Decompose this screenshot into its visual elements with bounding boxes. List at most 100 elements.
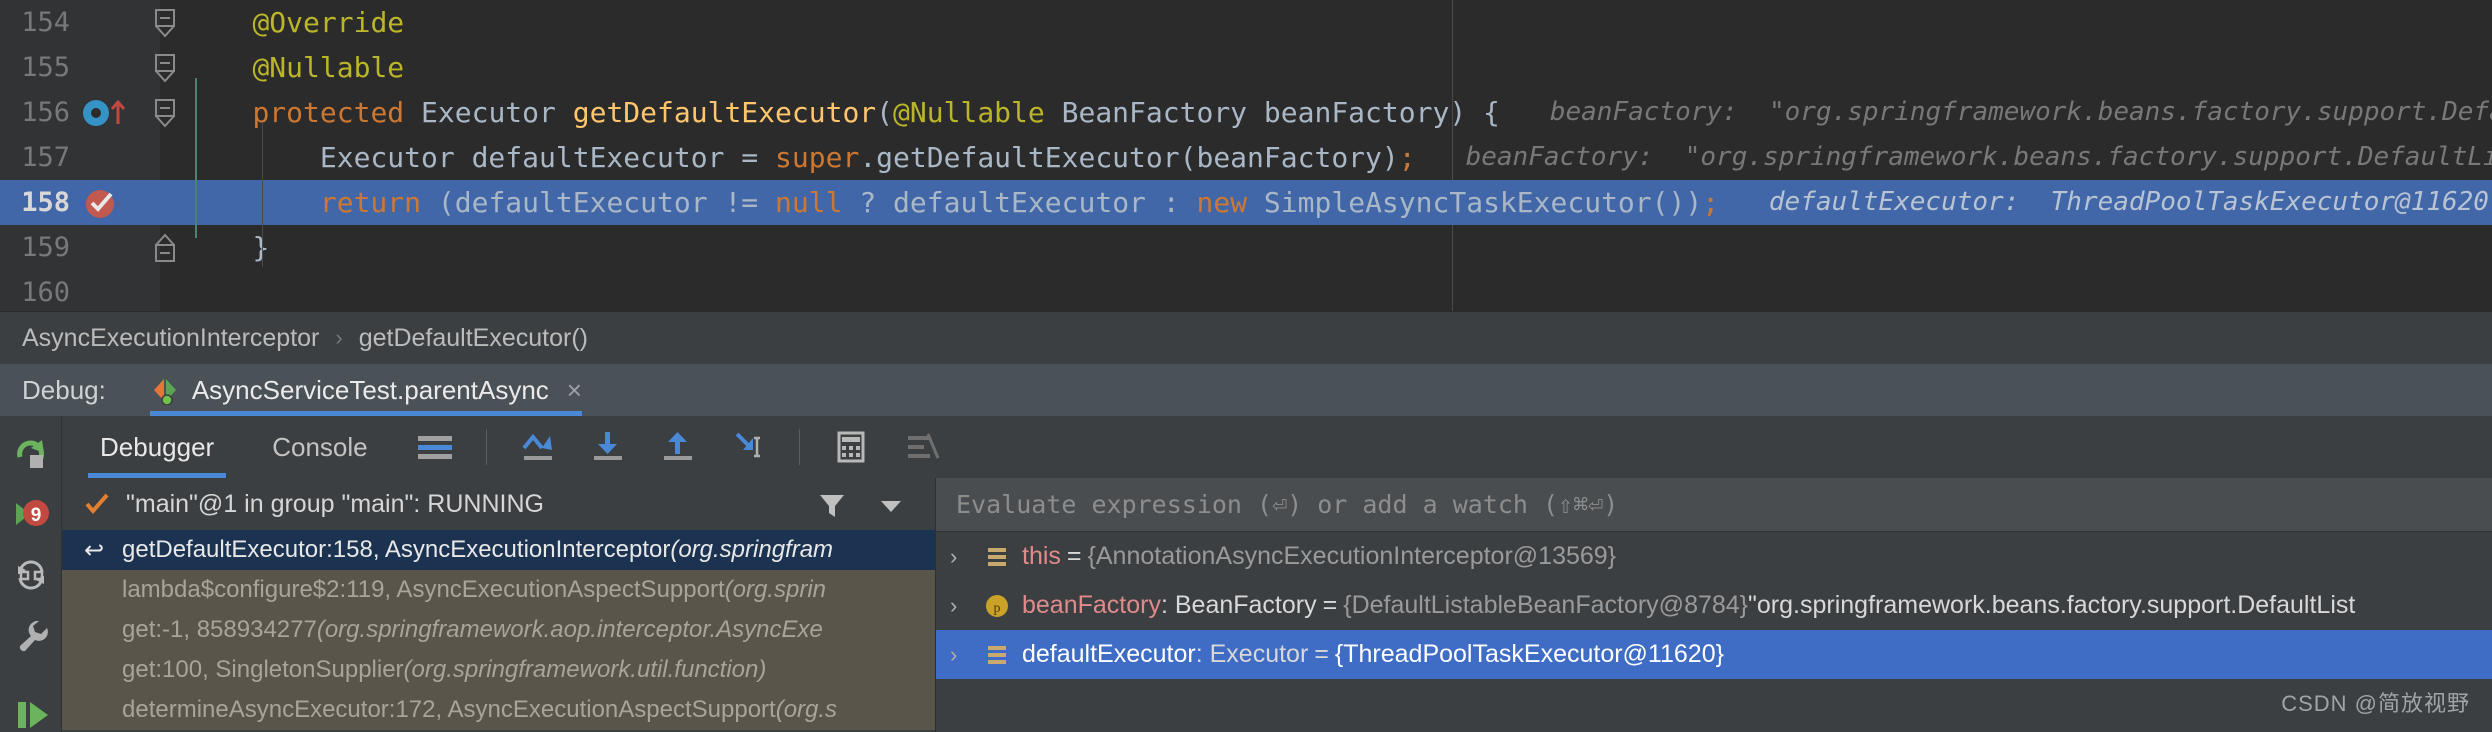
variable-row[interactable]: › this = {AnnotationAsyncExecutionIntercept… (936, 532, 2492, 581)
muted-breakpoint-icon[interactable] (78, 90, 158, 135)
code-editor[interactable]: 154 @Override 155 @Nullable 156 protected … (0, 0, 2492, 311)
restore-layout-button[interactable] (8, 552, 54, 603)
line-number: 154 (21, 7, 70, 38)
breakpoint-hit-icon[interactable] (78, 180, 158, 225)
svg-text:9: 9 (30, 505, 41, 526)
tab-debugger-label: Debugger (100, 431, 215, 462)
run-configuration-tab[interactable]: AsyncServiceTest.parentAsync × (149, 364, 582, 416)
code-line[interactable]: 154 @Override (0, 0, 2492, 45)
frame-list-item[interactable]: ↩ getDefaultExecutor:158, AsyncExecutionI… (62, 530, 935, 570)
variable-value: {DefaultListableBeanFactory@8784} (1343, 591, 1749, 619)
breadcrumb-class[interactable]: AsyncExecutionInterceptor (22, 324, 319, 353)
indent-guide (195, 78, 197, 238)
frame-label: getDefaultExecutor:158, AsyncExecutionIn… (122, 536, 671, 563)
frame-list-item[interactable]: lambda$configure$2:119, AsyncExecutionAs… (62, 570, 935, 610)
frame-package: (org.s (775, 696, 838, 723)
chevron-right-icon[interactable]: › (950, 593, 976, 619)
svg-text:p: p (994, 601, 1001, 616)
tab-console[interactable]: Console (252, 416, 387, 478)
inline-debug-hint: beanFactory: "org.springframework.beans.… (1549, 97, 2492, 127)
line-number: 160 (21, 277, 70, 308)
thread-selector[interactable]: "main"@1 in group "main": RUNNING (62, 478, 935, 530)
frame-label: lambda$configure$2:119, AsyncExecutionAs… (122, 576, 725, 603)
step-into-icon[interactable] (585, 424, 631, 470)
code-line[interactable]: 159 } (0, 225, 2492, 270)
frame-return-icon: ↩ (84, 536, 105, 564)
step-out-icon[interactable] (655, 424, 701, 470)
force-step-into-icon[interactable] (725, 424, 771, 470)
step-over-icon[interactable] (515, 424, 561, 470)
variable-name: this (1022, 542, 1061, 570)
variables-pane[interactable]: Evaluate expression (⏎) or add a watch (… (936, 478, 2492, 732)
frame-package: (org.sprin (724, 576, 826, 603)
code-text: protected Executor getDefaultExecutor(@N… (252, 96, 1500, 129)
frame-label: determineAsyncExecutor:172, AsyncExecuti… (122, 696, 776, 723)
indent-guide (262, 122, 263, 267)
code-text: } (252, 231, 270, 264)
settings-button[interactable] (8, 613, 54, 664)
chevron-right-icon[interactable]: › (950, 544, 976, 570)
breadcrumb-separator-icon: › (335, 325, 343, 350)
variable-name: beanFactory (1022, 591, 1161, 619)
debug-tool-window-header: Debug: AsyncServiceTest.parentAsync × (0, 364, 2492, 416)
evaluate-expression-field[interactable]: Evaluate expression (⏎) or add a watch (… (936, 478, 2492, 532)
code-text: Executor defaultExecutor = super.getDefa… (319, 141, 1416, 174)
resume-program-button[interactable] (8, 692, 54, 732)
thread-status-label: "main"@1 in group "main": RUNNING (126, 489, 544, 518)
debug-tool-window: 9 Debugger Console "main"@1 in group "ma… (0, 416, 2492, 732)
thread-running-icon (84, 491, 110, 517)
code-fold-marker-icon[interactable] (152, 0, 182, 45)
code-fold-marker-icon[interactable] (152, 90, 182, 135)
code-fold-marker-icon[interactable] (152, 45, 182, 90)
mute-breakpoints-icon[interactable] (898, 424, 944, 470)
filter-icon[interactable] (817, 490, 847, 520)
variable-row[interactable]: › defaultExecutor: Executor = {ThreadPoolT… (936, 630, 2492, 679)
intellij-debugger-window: 154 @Override 155 @Nullable 156 protected … (0, 0, 2492, 732)
chevron-down-icon[interactable] (879, 498, 903, 519)
parameter-icon: p (984, 593, 1010, 619)
frame-package: (org.springframework.util.function) (403, 656, 767, 683)
code-lines: 154 @Override 155 @Nullable 156 protected … (0, 0, 2492, 315)
frame-list-item[interactable]: get:-1, 858934277 (org.springframework.a… (62, 610, 935, 650)
debug-label: Debug: (22, 374, 106, 405)
debugger-toolbar: Debugger Console (62, 416, 2492, 478)
inline-debug-hint: beanFactory: "org.springframework.beans.… (1465, 142, 2492, 172)
view-breakpoints-button[interactable]: 9 (8, 491, 54, 542)
code-line[interactable]: 157 Executor defaultExecutor = super.get… (0, 135, 2492, 180)
code-line[interactable]: 156 protected Executor getDefaultExecuto… (0, 90, 2492, 135)
toolbar-separator-2 (798, 429, 800, 465)
local-var-icon (984, 642, 1010, 668)
frame-list[interactable]: ↩ getDefaultExecutor:158, AsyncExecutionI… (62, 530, 935, 730)
code-line[interactable]: 155 @Nullable (0, 45, 2492, 90)
chevron-right-icon[interactable]: › (950, 642, 976, 668)
variable-row[interactable]: › p beanFactory: BeanFactory = {DefaultList… (936, 581, 2492, 630)
code-line[interactable]: 160 (0, 270, 2492, 315)
variable-value: {AnnotationAsyncExecutionInterceptor@135… (1087, 542, 1617, 570)
watch-placeholder-text: Evaluate expression (⏎) or add a watch (… (956, 490, 1619, 519)
evaluate-expression-icon[interactable] (828, 424, 874, 470)
layout-settings-icon[interactable] (412, 424, 458, 470)
variable-equals: = (1322, 591, 1338, 619)
line-number: 159 (21, 232, 70, 263)
variables-list[interactable]: › this = {AnnotationAsyncExecutionIntercept… (936, 532, 2492, 679)
field-icon (984, 544, 1010, 570)
frame-label: get:-1, 858934277 (122, 616, 317, 643)
code-fold-marker-icon[interactable] (152, 225, 182, 270)
variable-equals: = (1314, 640, 1329, 668)
close-icon[interactable]: × (567, 375, 582, 406)
line-number: 156 (21, 97, 70, 128)
tab-console-label: Console (272, 431, 368, 462)
tab-debugger[interactable]: Debugger (80, 416, 234, 478)
code-text: @Nullable (252, 51, 405, 84)
frame-package: (org.springframework.aop.interceptor.Asy… (316, 616, 823, 643)
frame-list-item[interactable]: get:100, SingletonSupplier (org.springfr… (62, 650, 935, 690)
frame-list-item[interactable]: determineAsyncExecutor:172, AsyncExecuti… (62, 690, 935, 730)
line-number: 157 (21, 142, 70, 173)
frames-pane[interactable]: "main"@1 in group "main": RUNNING ↩ getDe… (62, 478, 936, 732)
code-line[interactable]: 158 return (defaultExecutor != null ? de… (0, 180, 2492, 225)
breadcrumb-method[interactable]: getDefaultExecutor() (359, 324, 588, 353)
breadcrumb: AsyncExecutionInterceptor › getDefaultEx… (0, 311, 2492, 364)
run-config-name: AsyncServiceTest.parentAsync (191, 374, 549, 405)
variable-name: defaultExecutor (1022, 640, 1196, 668)
rerun-button[interactable] (8, 430, 54, 481)
